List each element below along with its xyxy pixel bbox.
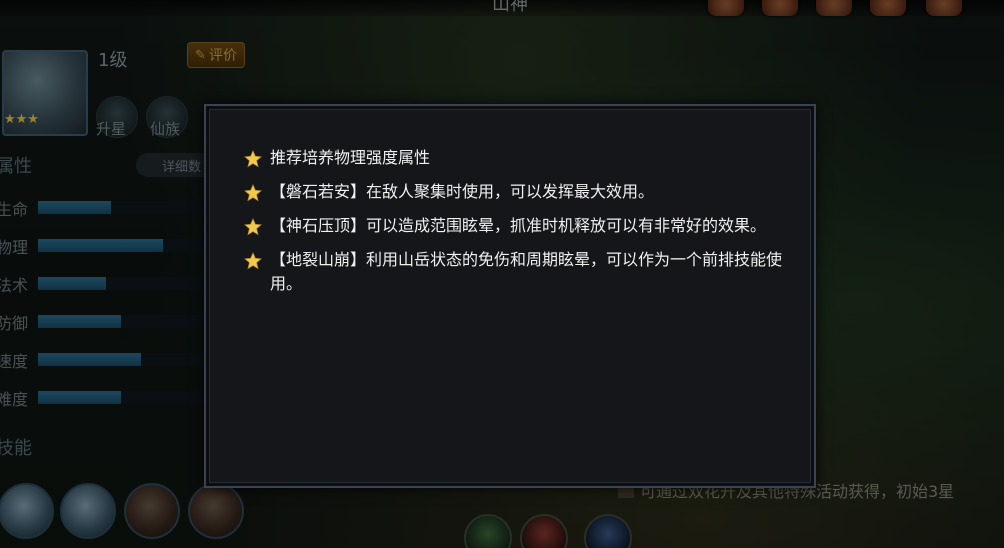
tip-text: 【地裂山崩】利用山岳状态的免伤和周期眩晕，可以作为一个前排技能使用。 bbox=[270, 250, 783, 293]
star-icon bbox=[244, 252, 262, 270]
hero-tips-modal: 推荐培养物理强度属性 【磐石若安】在敌人聚集时使用，可以发挥最大效用。 【神石压… bbox=[204, 104, 816, 488]
tip-text: 推荐培养物理强度属性 bbox=[270, 148, 431, 167]
star-icon bbox=[244, 218, 262, 236]
tip-text: 【磐石若安】在敌人聚集时使用，可以发挥最大效用。 bbox=[270, 182, 655, 201]
hero-detail-screen: 山神 ★★★ 1级 ✎ 评价 升星 仙族 属性 详细数 生命 物理 法术 防御 … bbox=[0, 0, 1004, 548]
star-icon bbox=[244, 150, 262, 168]
tips-list: 推荐培养物理强度属性 【磐石若安】在敌人聚集时使用，可以发挥最大效用。 【神石压… bbox=[244, 146, 784, 306]
tip-item: 【神石压顶】可以造成范围眩晕，抓准时机释放可以有非常好的效果。 bbox=[244, 214, 784, 238]
tip-item: 【磐石若安】在敌人聚集时使用，可以发挥最大效用。 bbox=[244, 180, 784, 204]
tip-item: 【地裂山崩】利用山岳状态的免伤和周期眩晕，可以作为一个前排技能使用。 bbox=[244, 248, 784, 296]
tip-item: 推荐培养物理强度属性 bbox=[244, 146, 784, 170]
tip-text: 【神石压顶】可以造成范围眩晕，抓准时机释放可以有非常好的效果。 bbox=[270, 216, 767, 235]
star-icon bbox=[244, 184, 262, 202]
